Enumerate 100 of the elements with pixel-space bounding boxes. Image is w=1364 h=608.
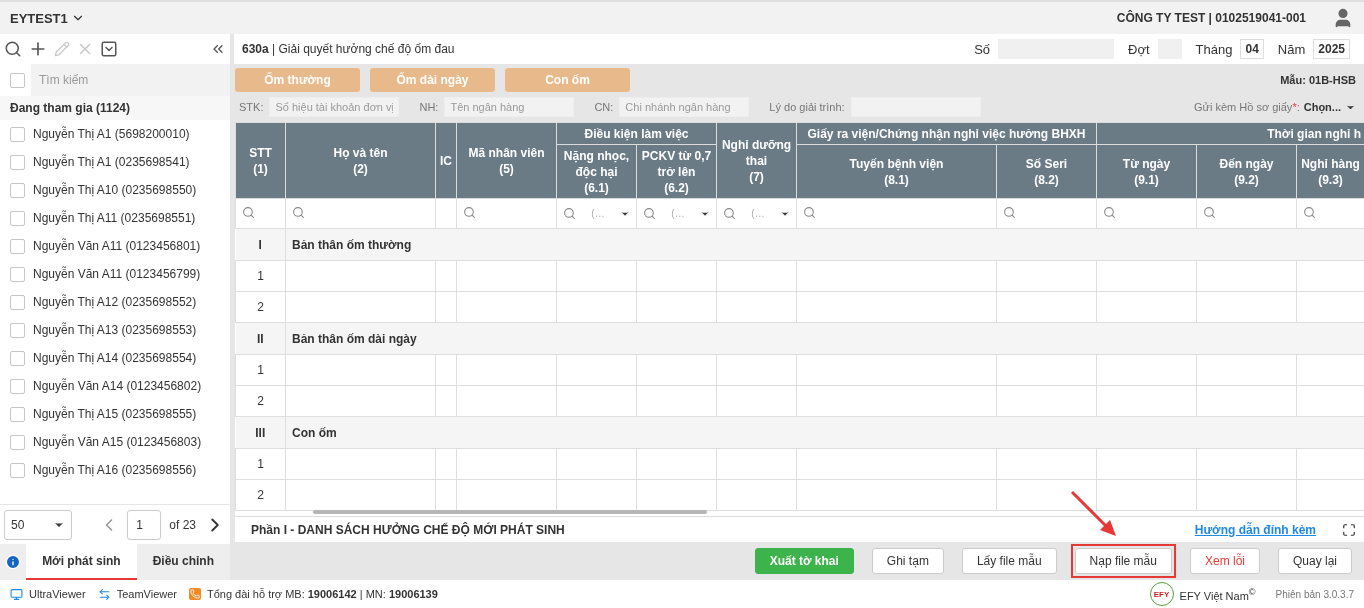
bank-field[interactable]: Chi nhánh ngân hàng <box>619 97 750 117</box>
employee-checkbox[interactable] <box>10 154 25 170</box>
bank-field[interactable]: Số hiệu tài khoản đơn vị <box>269 97 400 117</box>
field-label: Đợt <box>1128 41 1150 57</box>
row-number: 1 <box>257 269 264 283</box>
employee-checkbox[interactable] <box>10 238 25 254</box>
row-number: 1 <box>257 457 264 471</box>
dropdown-icon[interactable] <box>100 40 118 58</box>
column-header: Nặng nhọc, độc hại (6.1) <box>556 144 637 199</box>
employee-name[interactable]: Nguyễn Thị A1 (0235698541) <box>33 155 190 169</box>
workspace-selector[interactable]: EYTEST1 <box>10 10 85 26</box>
employee-checkbox[interactable] <box>10 126 25 142</box>
employee-name[interactable]: Nguyễn Thị A1 (5698200010) <box>33 127 190 141</box>
search-icon[interactable] <box>1003 205 1016 219</box>
row-number: 1 <box>257 363 264 377</box>
section-index: I <box>258 237 262 252</box>
fullscreen-icon[interactable] <box>1342 522 1356 537</box>
employee-name[interactable]: Nguyễn Văn A11 (0123456799) <box>33 267 201 281</box>
search-icon[interactable] <box>643 207 656 220</box>
field-label: Lý do giải trình: <box>769 101 845 113</box>
search-icon[interactable] <box>463 205 476 219</box>
column-header: Đến ngày (9.2) <box>1196 144 1297 199</box>
guide-link[interactable]: Hướng dẫn đính kèm <box>1194 522 1316 537</box>
section-title: Con ốm <box>292 425 337 440</box>
employee-checkbox[interactable] <box>10 322 25 338</box>
employee-name[interactable]: Nguyễn Văn A11 (0123456801) <box>33 239 201 253</box>
column-group-header: Thời gian nghỉ h <box>1096 122 1364 145</box>
search-field[interactable]: Tìm kiếm <box>31 64 230 96</box>
employee-checkbox[interactable] <box>10 378 25 394</box>
page-size-select[interactable]: 50 <box>4 509 72 540</box>
action-button[interactable]: Quay lại <box>1277 548 1352 574</box>
employee-name[interactable]: Nguyễn Thị A11 (0235698551) <box>33 211 196 225</box>
section-index: II <box>256 331 264 346</box>
search-icon[interactable] <box>4 40 22 58</box>
row-number: 2 <box>257 300 264 314</box>
search-icon[interactable] <box>1203 205 1216 219</box>
app-label[interactable]: UltraViewer <box>29 588 86 600</box>
employee-checkbox[interactable] <box>10 434 25 450</box>
search-icon[interactable] <box>1103 205 1116 219</box>
column-header: Họ và tên (2) <box>285 122 436 199</box>
form-title: 630a | Giải quyết hưởng chế độ ốm đau <box>242 42 455 56</box>
row-number: 2 <box>257 394 264 408</box>
search-icon[interactable] <box>563 207 576 220</box>
scrollbar[interactable] <box>313 510 707 514</box>
app-label[interactable]: TeamViewer <box>116 588 177 600</box>
page-field[interactable]: 1 <box>127 509 162 540</box>
employee-name[interactable]: Nguyễn Thị A13 (0235698553) <box>33 323 197 337</box>
action-button[interactable]: Lấy file mẫu <box>961 548 1057 574</box>
action-button[interactable]: Ghi tạm <box>871 548 944 574</box>
action-button[interactable]: Nạp file mẫu <box>1074 548 1172 574</box>
field-label: Tháng <box>1195 41 1233 57</box>
search-icon[interactable] <box>1303 205 1316 219</box>
select-all-checkbox[interactable] <box>10 72 25 88</box>
section-index: III <box>255 425 266 440</box>
field-label: STK: <box>239 101 264 113</box>
company-name: CÔNG TY TEST | 0102519041-001 <box>1116 11 1306 25</box>
search-icon[interactable] <box>803 205 816 219</box>
tab[interactable]: Mới phát sinh <box>26 544 137 580</box>
employee-name[interactable]: Nguyễn Thị A10 (0235698550) <box>33 183 197 197</box>
employee-checkbox[interactable] <box>10 462 25 478</box>
attach-dropdown[interactable]: Chọn... <box>1303 101 1356 113</box>
arrows-icon <box>97 587 111 601</box>
form-field[interactable]: 2025 <box>1313 39 1350 59</box>
field-label: Năm <box>1277 41 1306 57</box>
phone-icon <box>189 588 201 600</box>
employee-name[interactable]: Nguyễn Thị A16 (0235698556) <box>33 463 197 477</box>
employee-name[interactable]: Nguyễn Văn A14 (0123456802) <box>33 379 202 393</box>
employee-checkbox[interactable] <box>10 350 25 366</box>
field-label: NH: <box>419 101 439 113</box>
employee-checkbox[interactable] <box>10 210 25 226</box>
part-title: Phần I - DANH SÁCH HƯỞNG CHẾ ĐỘ MỚI PHÁT SINH <box>251 522 565 537</box>
employee-name[interactable]: Nguyễn Văn A15 (0123456803) <box>33 435 202 449</box>
bank-field[interactable]: Tên ngân hàng <box>444 97 575 117</box>
attach-label: Gửi kèm Hồ sơ giấy*: <box>1194 101 1300 113</box>
employee-checkbox[interactable] <box>10 406 25 422</box>
section-title: Bản thân ốm thường <box>292 237 412 252</box>
form-field[interactable]: 04 <box>1240 39 1264 59</box>
version-text: Phiên bản 3.0.3.7 <box>1275 588 1354 600</box>
employee-name[interactable]: Nguyễn Thị A15 (0235698555) <box>33 407 197 421</box>
monitor-icon <box>10 587 23 601</box>
field-label: CN: <box>594 101 614 113</box>
page-count: of 23 <box>169 517 196 532</box>
search-icon[interactable] <box>242 205 255 219</box>
employee-name[interactable]: Nguyễn Thị A14 (0235698554) <box>33 351 197 365</box>
search-icon[interactable] <box>723 207 736 220</box>
brand-name: EFY Việt Nam$^{©}$ <box>1179 586 1256 602</box>
action-button[interactable]: Xem lỗi <box>1189 548 1260 574</box>
column-header: PCKV từ 0,7 trở lên (6.2) <box>636 144 717 199</box>
search-icon[interactable] <box>292 205 305 219</box>
hotline-text: Tổng đài hỗ trợ MB: 19006142 | MN: 19006139 <box>207 588 438 600</box>
field-label: Số <box>974 41 991 57</box>
employee-name[interactable]: Nguyễn Thị A12 (0235698552) <box>33 295 197 309</box>
column-header: Mã nhân viên (5) <box>456 122 557 199</box>
employee-checkbox[interactable] <box>10 294 25 310</box>
section-title: Bản thân ốm dài ngày <box>292 331 417 346</box>
employee-checkbox[interactable] <box>10 266 25 282</box>
employee-checkbox[interactable] <box>10 182 25 198</box>
template-code: Mẫu: 01B-HSB <box>1280 74 1356 86</box>
column-header: Từ ngày (9.1) <box>1096 144 1197 199</box>
column-header: Số Seri (8.2) <box>996 144 1097 199</box>
